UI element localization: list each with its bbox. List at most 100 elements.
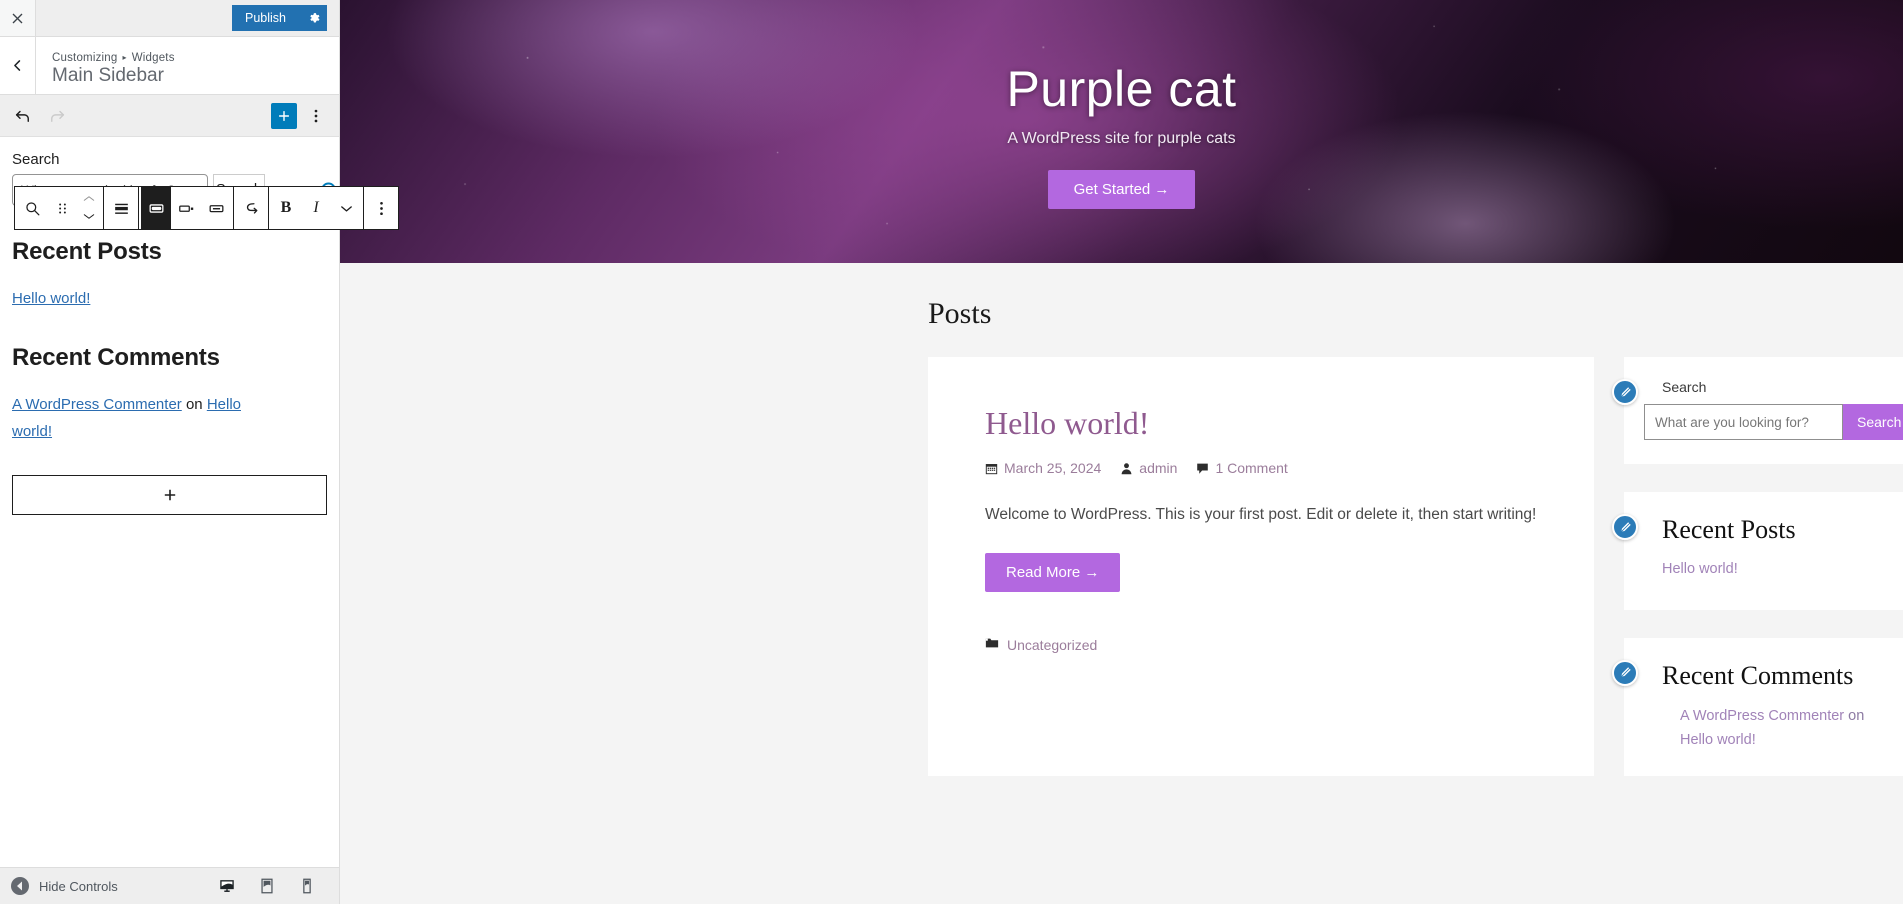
get-started-button[interactable]: Get Started →	[1047, 170, 1196, 209]
comment-author-link[interactable]: A WordPress Commenter	[12, 396, 182, 413]
editor-toolbar	[0, 95, 339, 137]
recent-comments-heading[interactable]: Recent Comments	[12, 344, 327, 372]
edit-pencil-icon[interactable]	[1612, 379, 1638, 405]
block-toolbar-group-richtext: B I	[269, 187, 364, 229]
customizer-section-header: Customizing ▸ Widgets Main Sidebar	[0, 37, 339, 95]
undo-icon[interactable]	[8, 101, 38, 131]
edit-pencil-icon[interactable]	[1612, 659, 1638, 686]
section-titles: Customizing ▸ Widgets Main Sidebar	[36, 37, 175, 94]
hide-controls-button[interactable]: Hide Controls	[10, 876, 118, 896]
block-toolbar-group-label	[234, 187, 269, 229]
button-inside-icon[interactable]	[171, 187, 201, 229]
device-preview-group	[213, 873, 329, 899]
posts-page-title: Posts	[928, 297, 992, 330]
site-preview: Purple cat A WordPress site for purple c…	[340, 0, 1903, 904]
align-icon[interactable]	[106, 187, 136, 229]
preview-body: Posts Hello world! March 25, 2024 admin …	[340, 263, 1903, 777]
breadcrumb-root: Customizing	[52, 51, 118, 64]
customizer-footer: Hide Controls	[0, 867, 339, 904]
block-appender-button[interactable]	[12, 474, 327, 515]
widget-recent-posts-title: Recent Posts	[1662, 515, 1796, 544]
button-outside-icon[interactable]	[141, 187, 171, 229]
post-comments-link[interactable]: 1 Comment	[1215, 460, 1287, 476]
site-tagline: A WordPress site for purple cats	[1007, 130, 1236, 147]
post-excerpt: Welcome to WordPress. This is your first…	[985, 506, 1537, 523]
publish-button[interactable]: Publish	[232, 5, 299, 31]
block-toolbar-group-button-position	[139, 187, 234, 229]
editor-options-button[interactable]	[301, 101, 331, 131]
button-only-icon[interactable]	[201, 187, 231, 229]
calendar-icon	[985, 462, 998, 475]
block-movers	[77, 187, 101, 229]
widget-search-input[interactable]	[1644, 404, 1843, 440]
recent-posts-heading[interactable]: Recent Posts	[12, 238, 327, 266]
block-toolbar-group-more	[364, 187, 398, 229]
post-category-link[interactable]: Uncategorized	[1007, 637, 1097, 653]
widget-search-button[interactable]: Search	[1843, 404, 1903, 440]
widget-recent-comments: Recent Comments A WordPress Commenter on…	[1612, 637, 1903, 777]
back-button[interactable]	[0, 37, 36, 94]
recent-comment-post-link[interactable]: Hello world!	[1680, 732, 1756, 748]
post-card: Hello world! March 25, 2024 admin 1 Comm…	[928, 357, 1594, 777]
read-more-button[interactable]: Read More →	[985, 553, 1121, 593]
breadcrumb: Customizing ▸ Widgets	[52, 52, 175, 64]
close-customizer-button[interactable]	[0, 0, 36, 36]
chevron-down-icon[interactable]	[331, 187, 361, 229]
list-item: A WordPress Commenter on Hello world!	[1644, 705, 1883, 752]
chevron-down-icon[interactable]	[82, 208, 96, 226]
add-block-button[interactable]	[271, 102, 297, 129]
post-author-link[interactable]: admin	[1139, 460, 1177, 476]
post-title-link[interactable]: Hello world!	[985, 405, 1537, 442]
post-categories: Uncategorized	[985, 636, 1537, 653]
customizer-screen: Publish Customizing ▸ Widgets Main Sideb…	[0, 0, 1903, 904]
publish-group: Publish	[232, 0, 339, 36]
recent-comments-item: A WordPress Commenter on Hello world!	[12, 392, 262, 445]
widget-search-label: Search	[1662, 379, 1707, 395]
collapse-icon	[11, 877, 29, 895]
widget-search-row: Search	[1644, 404, 1903, 440]
customizer-topbar: Publish	[0, 0, 339, 37]
redo-icon[interactable]	[42, 101, 72, 131]
hide-controls-label: Hide Controls	[39, 878, 118, 894]
widget-recent-posts-list: Hello world!	[1644, 560, 1883, 578]
breadcrumb-current: Widgets	[131, 51, 175, 64]
search-block-icon[interactable]	[17, 187, 47, 229]
comment-icon	[1196, 462, 1209, 475]
bold-button[interactable]: B	[271, 187, 301, 229]
site-title: Purple cat	[1006, 61, 1237, 117]
comment-connector: on	[181, 396, 207, 414]
mobile-icon[interactable]	[293, 873, 321, 899]
page-title: Main Sidebar	[52, 64, 164, 86]
gear-icon[interactable]	[299, 5, 327, 31]
customizer-panel: Publish Customizing ▸ Widgets Main Sideb…	[0, 0, 399, 904]
recent-comment-author-link[interactable]: A WordPress Commenter	[1680, 708, 1844, 724]
widget-search: Search Search	[1612, 357, 1903, 464]
hero-content: Purple cat A WordPress site for purple c…	[340, 0, 1903, 263]
recent-posts-item[interactable]: Hello world!	[12, 286, 327, 312]
chevron-up-icon[interactable]	[82, 190, 96, 208]
kebab-menu-icon[interactable]	[366, 187, 396, 229]
widget-recent-comments-title: Recent Comments	[1662, 660, 1854, 690]
italic-button[interactable]: I	[301, 187, 331, 229]
recent-comment-connector: on	[1844, 708, 1865, 725]
preview-sidebar: Search Search Recent	[1612, 357, 1903, 777]
post-meta: March 25, 2024 admin 1 Comment	[985, 460, 1537, 476]
drag-handle-icon[interactable]	[47, 187, 77, 229]
preview-columns: Hello world! March 25, 2024 admin 1 Comm…	[340, 357, 1903, 777]
list-item: Hello world!	[1662, 560, 1883, 578]
block-toolbar-group-align	[104, 187, 139, 229]
tablet-icon[interactable]	[253, 873, 281, 899]
widget-recent-posts: Recent Posts Hello world!	[1612, 492, 1903, 610]
breadcrumb-separator-icon: ▸	[122, 53, 127, 62]
recent-post-link[interactable]: Hello world!	[1662, 561, 1738, 577]
desktop-icon[interactable]	[213, 873, 241, 899]
block-toolbar-group-block	[15, 187, 104, 229]
folder-icon	[985, 636, 999, 653]
edit-pencil-icon[interactable]	[1612, 514, 1638, 540]
toggle-search-label-icon[interactable]	[236, 187, 266, 229]
post-date: March 25, 2024	[1004, 460, 1102, 476]
block-toolbar: B I	[14, 186, 399, 230]
user-icon	[1120, 462, 1133, 475]
search-block-label: Search	[12, 151, 60, 168]
